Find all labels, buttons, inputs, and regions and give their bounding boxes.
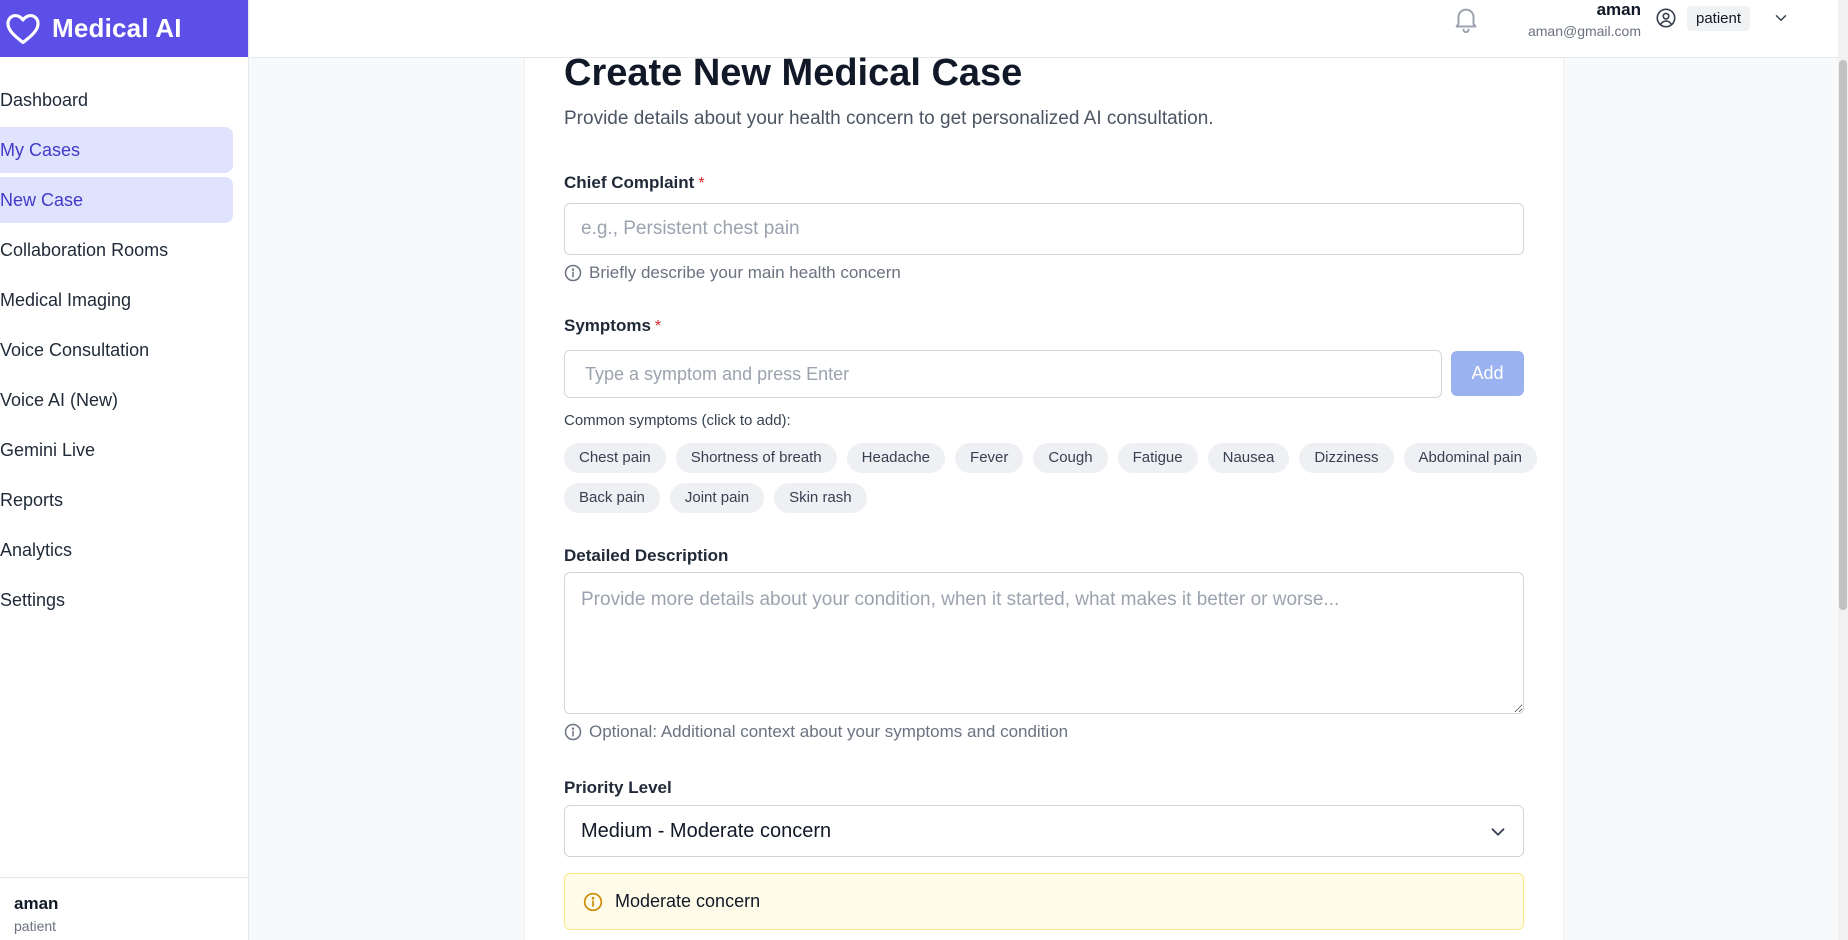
sidebar-nav: Dashboard My Cases New Case Collaboratio… xyxy=(0,77,248,623)
symptom-chip[interactable]: Cough xyxy=(1033,443,1108,473)
role-badge: patient xyxy=(1687,6,1751,31)
sidebar-item-voice-ai-new[interactable]: Voice AI (New) xyxy=(0,377,233,423)
priority-select[interactable]: Medium - Moderate concern xyxy=(564,805,1524,857)
user-circle-icon[interactable] xyxy=(1655,7,1677,29)
priority-label: Priority Level xyxy=(564,778,672,797)
symptoms-label: Symptoms * xyxy=(564,316,661,336)
symptom-chip[interactable]: Skin rash xyxy=(774,483,867,513)
add-symptom-button[interactable]: Add xyxy=(1451,351,1524,396)
sidebar-user-role: patient xyxy=(14,918,57,934)
symptom-chip[interactable]: Joint pain xyxy=(669,483,765,513)
priority-selected-value: Medium - Moderate concern xyxy=(581,819,832,842)
bell-icon[interactable] xyxy=(1451,3,1481,35)
sidebar-item-voice-consultation[interactable]: Voice Consultation xyxy=(0,327,233,373)
priority-alert-text: Moderate concern xyxy=(615,891,761,911)
description-textarea[interactable] xyxy=(564,572,1524,714)
symptom-chip[interactable]: Abdominal pain xyxy=(1403,443,1537,473)
common-symptoms-list: Chest pain Shortness of breath Headache … xyxy=(564,443,1544,513)
page-title: Create New Medical Case xyxy=(564,52,1023,94)
scrollbar-thumb[interactable] xyxy=(1839,60,1847,610)
sidebar: Medical AI Dashboard My Cases New Case C… xyxy=(0,0,249,940)
symptoms-label-text: Symptoms xyxy=(564,316,651,335)
info-circle-icon xyxy=(583,892,603,911)
heart-icon xyxy=(6,13,40,44)
sidebar-item-dashboard[interactable]: Dashboard xyxy=(0,77,233,123)
symptom-chip[interactable]: Headache xyxy=(846,443,946,473)
description-hint: Optional: Additional context about your … xyxy=(564,722,1068,742)
scrollbar[interactable] xyxy=(1838,0,1848,940)
info-icon xyxy=(564,723,582,741)
sidebar-item-analytics[interactable]: Analytics xyxy=(0,527,233,573)
chief-complaint-input[interactable] xyxy=(564,203,1524,255)
symptom-chip[interactable]: Dizziness xyxy=(1299,443,1394,473)
symptom-chip[interactable]: Back pain xyxy=(564,483,660,513)
symptom-chip[interactable]: Shortness of breath xyxy=(675,443,837,473)
sidebar-user-name: aman xyxy=(14,894,59,913)
priority-alert: Moderate concern xyxy=(564,873,1524,930)
app-title: Medical AI xyxy=(52,13,182,43)
chief-complaint-hint-text: Briefly describe your main health concer… xyxy=(589,263,901,282)
description-label: Detailed Description xyxy=(564,546,729,565)
info-icon xyxy=(564,264,582,282)
sidebar-item-gemini-live[interactable]: Gemini Live xyxy=(0,427,233,473)
chevron-down-icon[interactable] xyxy=(1772,9,1790,27)
sidebar-item-my-cases[interactable]: My Cases xyxy=(0,127,233,173)
symptom-chip[interactable]: Fatigue xyxy=(1117,443,1198,473)
header-user-email: aman@gmail.com xyxy=(1527,23,1641,39)
symptom-chip[interactable]: Fever xyxy=(955,443,1024,473)
sidebar-item-medical-imaging[interactable]: Medical Imaging xyxy=(0,277,233,323)
symptom-input[interactable] xyxy=(564,350,1442,398)
symptom-chip[interactable]: Nausea xyxy=(1207,443,1290,473)
chevron-down-icon xyxy=(1491,828,1505,836)
sidebar-item-collaboration-rooms[interactable]: Collaboration Rooms xyxy=(0,227,233,273)
new-case-form: Create New Medical Case Provide details … xyxy=(564,48,1537,930)
chief-complaint-label: Chief Complaint * xyxy=(564,173,705,193)
required-mark: * xyxy=(698,175,705,192)
required-mark: * xyxy=(654,318,662,335)
symptom-chip[interactable]: Chest pain xyxy=(564,443,666,473)
sidebar-user-card[interactable]: aman patient xyxy=(0,877,248,940)
page-subtitle: Provide details about your health concer… xyxy=(564,108,1214,129)
description-hint-text: Optional: Additional context about your … xyxy=(589,722,1069,741)
brand-header[interactable]: Medical AI xyxy=(0,0,248,57)
common-symptoms-label: Common symptoms (click to add): xyxy=(564,412,791,429)
sidebar-item-reports[interactable]: Reports xyxy=(0,477,233,523)
sidebar-item-settings[interactable]: Settings xyxy=(0,577,233,623)
chief-complaint-hint: Briefly describe your main health concer… xyxy=(564,263,901,283)
header-user-name: aman xyxy=(1596,0,1641,19)
sidebar-item-new-case[interactable]: New Case xyxy=(0,177,233,223)
chief-complaint-label-text: Chief Complaint xyxy=(564,173,695,192)
